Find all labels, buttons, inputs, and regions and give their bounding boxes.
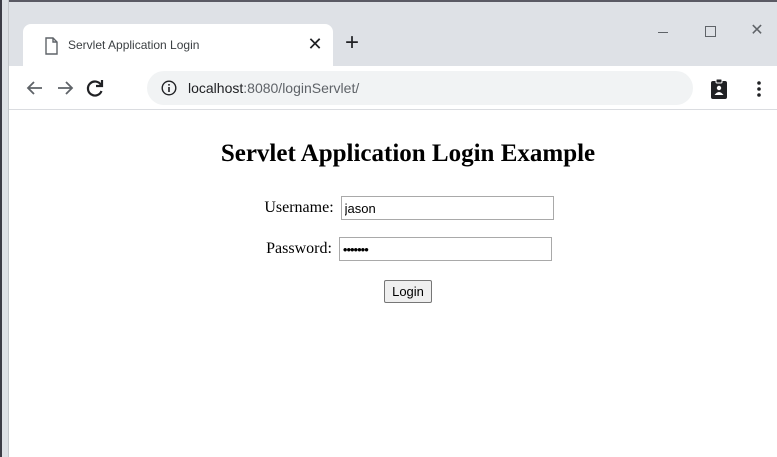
window-close-icon[interactable]: ✕ [744, 22, 770, 42]
page-title: Servlet Application Login Example [220, 140, 596, 167]
menu-icon[interactable] [751, 78, 767, 100]
minimize-bar [658, 32, 668, 33]
tab-servlet-login[interactable]: Servlet Application Login ✕ [23, 24, 333, 66]
title-bar-top-line [9, 0, 777, 2]
browser-toolbar: localhost:8080/loginServlet/ [9, 66, 777, 110]
file-icon [45, 37, 58, 55]
tab-close-icon[interactable]: ✕ [304, 33, 326, 55]
window-edge [0, 0, 2, 457]
url-text[interactable]: localhost:8080/loginServlet/ [188, 80, 359, 96]
login-button-row: Login [9, 280, 777, 303]
password-input[interactable] [338, 237, 552, 261]
title-bar: Servlet Application Login ✕ + ✕ [9, 0, 777, 66]
back-arrow-icon[interactable] [23, 76, 47, 100]
forward-arrow-icon[interactable] [53, 76, 77, 100]
url-host: localhost [188, 80, 244, 96]
new-tab-plus-icon[interactable]: + [341, 31, 363, 55]
password-row: Password: [9, 237, 777, 263]
maximize-icon[interactable] [697, 22, 723, 42]
reload-icon[interactable] [83, 76, 107, 100]
tab-title: Servlet Application Login [68, 38, 200, 52]
info-icon[interactable] [161, 80, 177, 96]
url-path: :8080/loginServlet/ [243, 80, 360, 96]
browser-window: Servlet Application Login ✕ + ✕ localhos… [0, 0, 777, 457]
address-bar[interactable]: localhost:8080/loginServlet/ [147, 71, 693, 105]
minimize-icon[interactable] [650, 22, 676, 42]
username-label: Username: [264, 199, 334, 216]
maximize-box [705, 26, 716, 37]
login-button[interactable]: Login [384, 280, 432, 303]
window-left-border [0, 0, 9, 457]
password-label: Password: [266, 240, 332, 257]
username-row: Username: [9, 196, 777, 222]
username-input[interactable] [340, 196, 554, 220]
page-content: Servlet Application Login Example Userna… [9, 110, 777, 457]
clipboard-icon[interactable] [709, 78, 729, 100]
